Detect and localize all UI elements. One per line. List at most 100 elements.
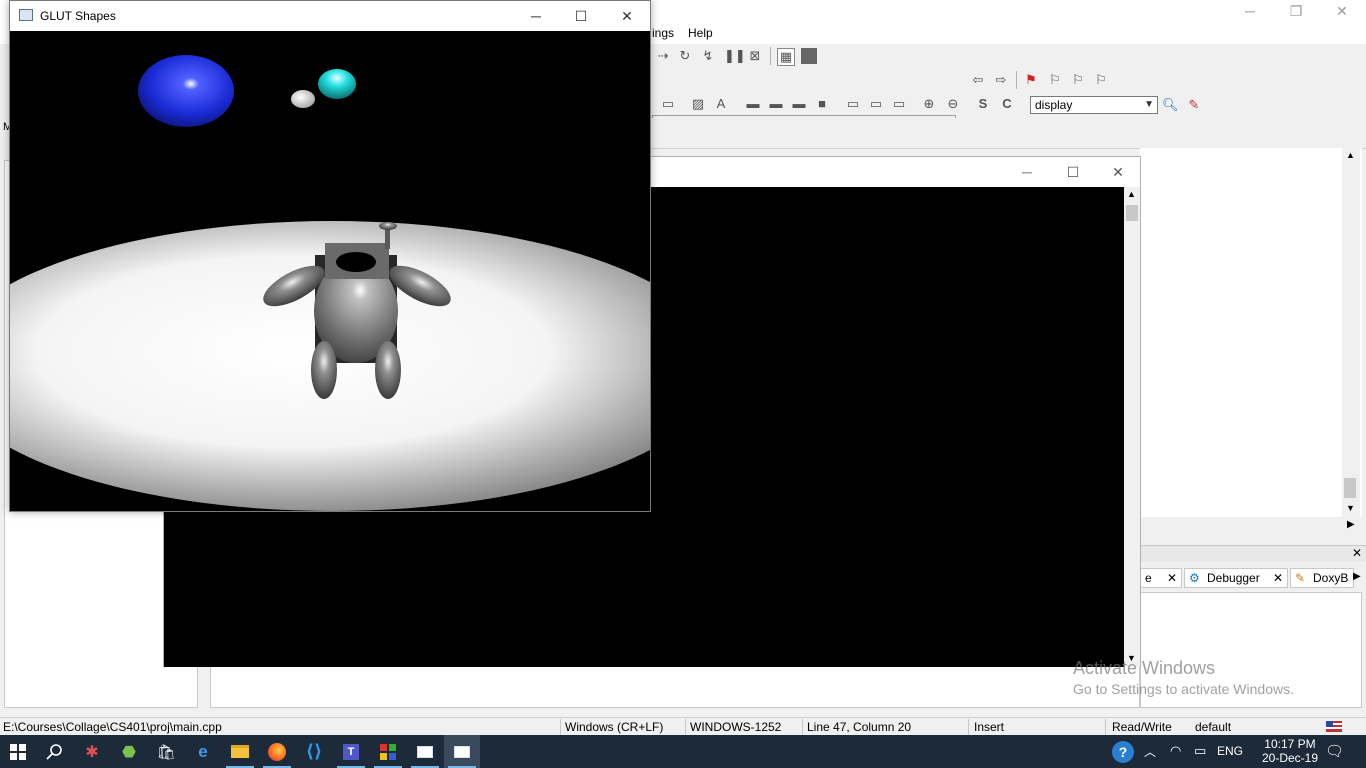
layout-2-icon[interactable]: ▬ [768,96,784,112]
scroll-thumb[interactable] [1344,478,1356,498]
scroll-right-icon[interactable]: ▶ [1347,519,1355,530]
layout-1-icon[interactable]: ▬ [745,96,761,112]
us-flag-icon [1326,721,1342,732]
menu-settings[interactable]: ings [652,26,674,40]
glut-window[interactable]: GLUT Shapes ─ ☐ ✕ [9,0,651,512]
editor-vertical-scrollbar[interactable]: ▲ ▼ [1342,148,1360,518]
file-explorer-icon[interactable] [222,735,258,768]
clock[interactable]: 10:17 PM 20-Dec-19 [1262,737,1318,765]
prev-bookmark-icon[interactable]: ⚐ [1047,72,1063,88]
minimize-button[interactable]: ─ [1004,161,1050,183]
logs-tab[interactable]: e ✕ [1140,568,1182,588]
tab-scroll-right-icon[interactable]: ▶ [1353,571,1361,582]
maximize-button[interactable]: ☐ [558,5,604,27]
close-button[interactable]: ✕ [1319,0,1365,22]
shape-1-icon[interactable]: ▭ [845,96,861,112]
stop-icon[interactable]: ⊠ [747,48,763,64]
notification-icon[interactable]: 🗨︎ [1325,742,1344,760]
shape-2-icon[interactable]: ▭ [868,96,884,112]
edge-icon[interactable]: e [185,735,221,768]
battery-icon[interactable]: ▭ [1194,743,1206,759]
watermark-title: Activate Windows [1073,658,1216,678]
console-scrollbar[interactable]: ▲ ▼ [1124,187,1140,667]
toolbar-separator [1016,71,1017,89]
status-separator [802,719,803,735]
zoom-in-icon[interactable]: ⊕ [921,96,937,112]
firefox-icon[interactable] [259,735,295,768]
clear-bookmarks-icon[interactable]: ⚐ [1093,72,1109,88]
minimize-button[interactable]: ─ [1227,0,1273,22]
status-separator [685,719,686,735]
info-icon[interactable] [801,48,817,64]
robot-left-leg [311,341,337,399]
scroll-up-icon[interactable]: ▲ [1127,189,1136,199]
code-editor[interactable] [1140,148,1362,518]
vscode-icon[interactable]: ⟨⟩ [296,735,332,768]
flag-canton [1326,721,1333,727]
text-icon[interactable]: A [713,96,729,112]
editor-tabbar [650,118,1366,149]
s-icon[interactable]: S [975,96,991,112]
glut-app-icon[interactable] [444,735,480,768]
status-access: Read/Write [1112,720,1172,734]
scroll-up-icon[interactable]: ▲ [1346,150,1355,160]
console-app-icon[interactable] [407,735,443,768]
search-icon[interactable] [37,735,73,768]
close-button[interactable]: ✕ [1095,161,1141,183]
debug-step-out-icon[interactable]: ↯ [700,48,716,64]
help-icon[interactable]: ? [1112,741,1134,763]
opengl-canvas[interactable] [10,31,650,511]
windows-start-icon[interactable] [0,735,36,768]
close-button[interactable]: ✕ [604,5,650,27]
minimize-button[interactable]: ─ [513,5,559,27]
debug-windows-icon[interactable]: ▦ [777,48,795,66]
scroll-down-icon[interactable]: ▼ [1346,503,1355,513]
bookmark-flag-icon[interactable]: ⚑ [1023,72,1039,88]
wifi-icon[interactable]: ◠ [1170,743,1181,759]
pause-icon[interactable]: ❚❚ [724,48,746,64]
status-profile: default [1195,720,1232,734]
clock-date: 20-Dec-19 [1261,751,1318,765]
zoom-out-icon[interactable]: ⊖ [945,96,961,112]
status-cursor-position: Line 47, Column 20 [807,720,912,734]
next-bookmark-icon[interactable]: ⚐ [1070,72,1086,88]
robot-antenna-tip [379,222,397,230]
robot-eye [336,252,376,272]
chevron-up-icon[interactable]: ︿ [1144,743,1156,760]
codeblocks-icon[interactable] [370,735,406,768]
editor-horizontal-scrollbar[interactable]: ▶ [1140,517,1366,535]
function-combo[interactable]: display ▼ [1030,96,1158,114]
layout-3-icon[interactable]: ▬ [791,96,807,112]
android-studio-icon[interactable]: ⬣ [111,735,147,768]
language-indicator[interactable]: ENG [1217,744,1243,758]
close-logs-icon[interactable]: ✕ [1352,546,1362,560]
status-line-endings: Windows (CR+LF) [565,720,664,734]
search-icon[interactable]: 🔍︎ [1162,97,1179,113]
debug-step-icon[interactable]: ⇢ [655,48,671,64]
teams-icon[interactable]: T [333,735,369,768]
glut-titlebar: GLUT Shapes ─ ☐ ✕ [10,1,650,31]
status-separator [1105,719,1106,735]
restore-button[interactable]: ❐ [1273,0,1319,22]
settings-app-icon[interactable]: ✱ [74,735,110,768]
debugger-tab[interactable]: ⚙ Debugger ✕ [1184,568,1288,588]
scroll-thumb[interactable] [1126,205,1138,221]
c-icon[interactable]: C [999,96,1015,112]
shape-3-icon[interactable]: ▭ [891,96,907,112]
rect-icon[interactable]: ▭ [660,96,676,112]
robot-right-leg [375,341,401,399]
wrench-icon[interactable]: ✎ [1186,97,1202,113]
store-icon[interactable]: 🛍︎ [148,735,184,768]
layout-4-icon[interactable]: ■ [814,96,830,112]
logs-tab-label: Debugger [1207,571,1260,585]
back-arrow-icon[interactable]: ⇦ [970,72,986,88]
close-tab-icon[interactable]: ✕ [1273,569,1283,587]
doxyblocks-tab[interactable]: ✎ DoxyB [1290,568,1354,588]
maximize-button[interactable]: ☐ [1050,161,1096,183]
image-icon[interactable]: ▨ [690,96,706,112]
pencil-icon: ✎ [1295,571,1306,585]
close-tab-icon[interactable]: ✕ [1167,569,1177,587]
forward-arrow-icon[interactable]: ⇨ [993,72,1009,88]
menu-help[interactable]: Help [688,26,713,40]
debug-step-into-icon[interactable]: ↻ [677,48,693,64]
